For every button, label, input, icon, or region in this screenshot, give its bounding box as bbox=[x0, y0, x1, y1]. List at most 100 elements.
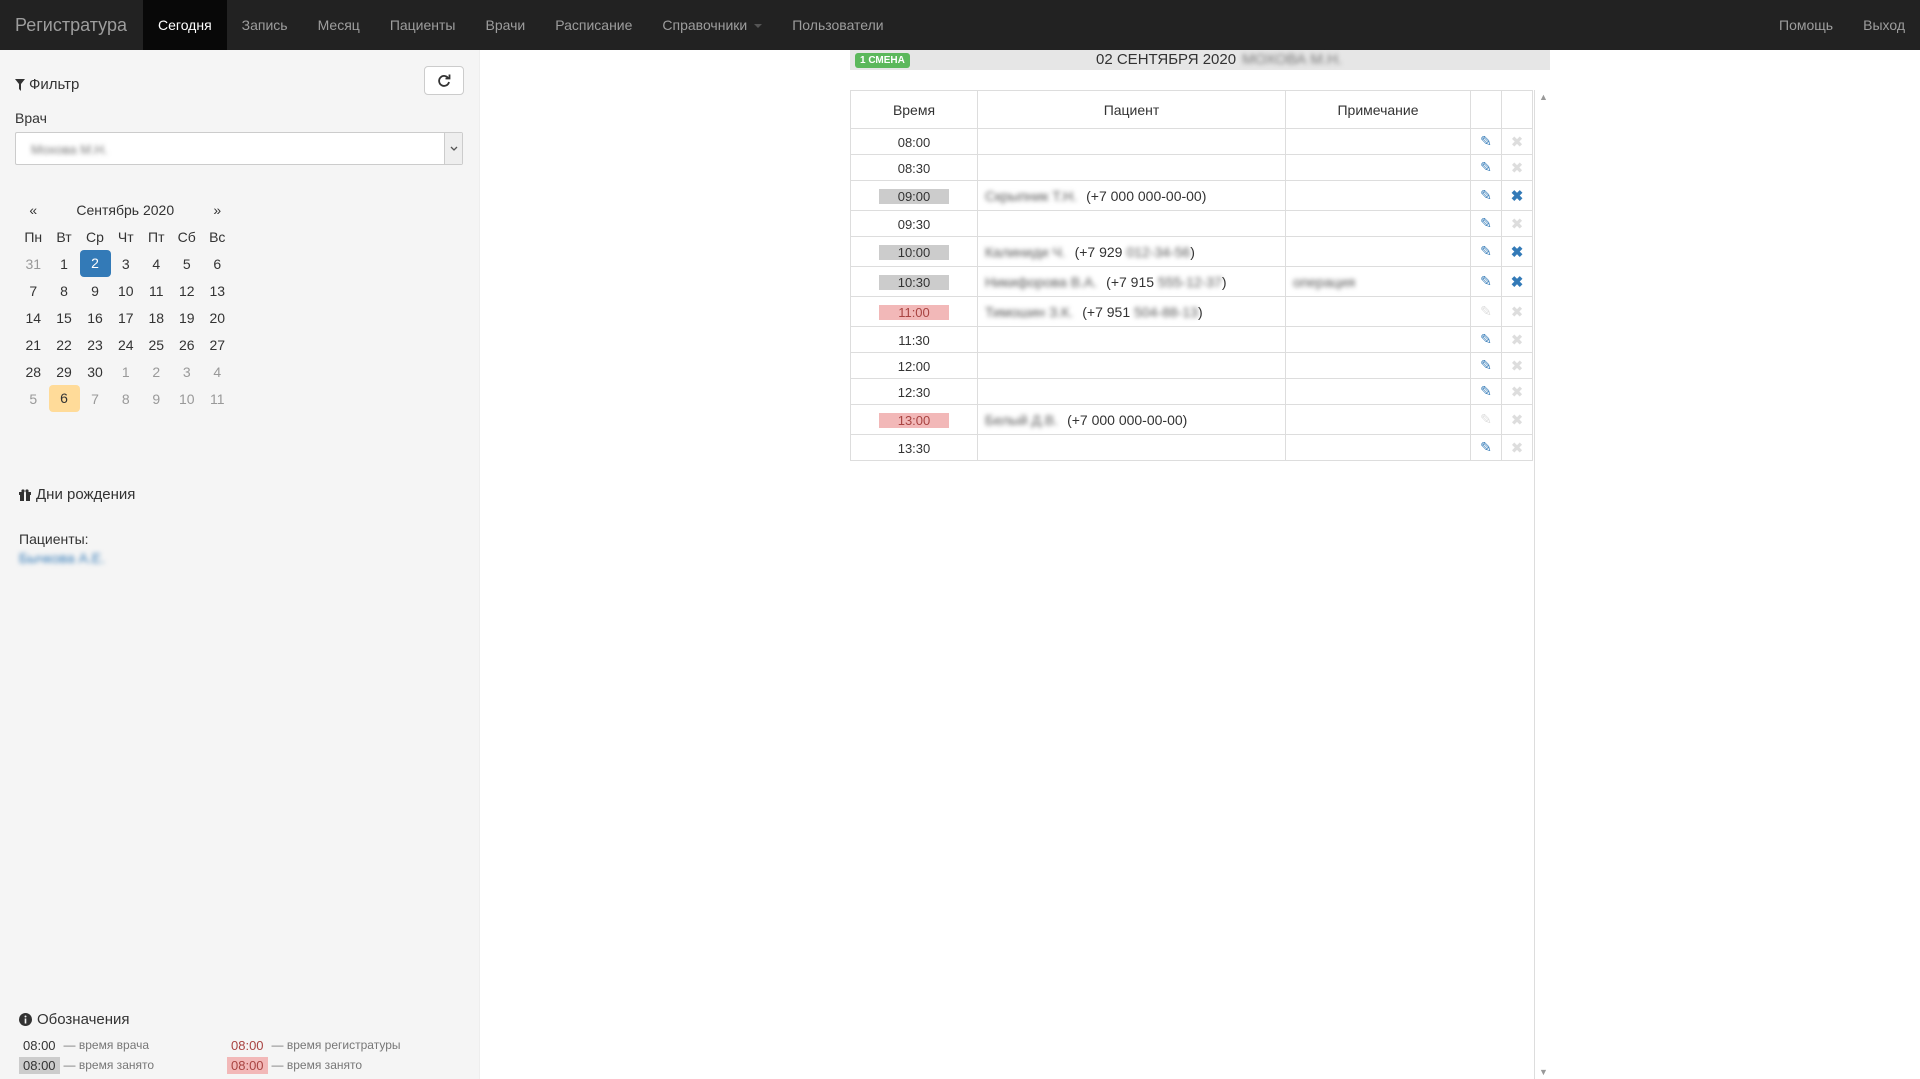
doctor-select[interactable]: Мохова М.Н. bbox=[15, 132, 463, 165]
calendar-day[interactable]: 6 bbox=[202, 250, 233, 277]
calendar-day[interactable]: 13 bbox=[202, 277, 233, 304]
calendar-day[interactable]: 8 bbox=[49, 277, 80, 304]
calendar-next-button[interactable]: » bbox=[202, 196, 233, 223]
nav-item-5[interactable]: Расписание bbox=[540, 0, 647, 50]
time-cell[interactable]: 12:00 bbox=[850, 352, 978, 379]
calendar-day[interactable]: 3 bbox=[172, 358, 203, 385]
calendar-day[interactable]: 9 bbox=[141, 385, 172, 412]
time-cell[interactable]: 12:30 bbox=[850, 378, 978, 405]
calendar-day[interactable]: 25 bbox=[141, 331, 172, 358]
nav-item-0[interactable]: Сегодня bbox=[143, 0, 227, 50]
scroll-up-icon[interactable]: ▲ bbox=[1539, 92, 1548, 102]
calendar-day[interactable]: 24 bbox=[111, 331, 142, 358]
pencil-icon[interactable]: ✎ bbox=[1480, 331, 1492, 347]
calendar-day[interactable]: 31 bbox=[18, 250, 49, 277]
nav-item-4[interactable]: Врачи bbox=[471, 0, 541, 50]
calendar-day[interactable]: 28 bbox=[18, 358, 49, 385]
calendar-day[interactable]: 16 bbox=[80, 304, 111, 331]
calendar-day[interactable]: 4 bbox=[141, 250, 172, 277]
calendar-day[interactable]: 17 bbox=[111, 304, 142, 331]
pencil-icon[interactable]: ✎ bbox=[1480, 243, 1492, 259]
patient-name[interactable]: Тимошин З.К. bbox=[985, 304, 1073, 320]
nav-item-1[interactable]: Запись bbox=[227, 0, 303, 50]
refresh-button[interactable] bbox=[424, 66, 464, 95]
scrollbar[interactable]: ▲ ▼ bbox=[1534, 90, 1550, 1079]
nav-item-3[interactable]: Пациенты bbox=[375, 0, 471, 50]
patient-name[interactable]: Калиниди Ч. bbox=[985, 244, 1066, 260]
time-cell[interactable]: 09:00 bbox=[850, 180, 978, 211]
patient-cell[interactable] bbox=[977, 128, 1286, 155]
time-cell[interactable]: 08:00 bbox=[850, 128, 978, 155]
remove-icon[interactable]: ✖ bbox=[1511, 188, 1524, 205]
time-cell[interactable]: 10:30 bbox=[850, 266, 978, 297]
nav-logout[interactable]: Выход bbox=[1848, 0, 1920, 50]
patient-name[interactable]: Никифорова В.А. bbox=[985, 274, 1097, 290]
calendar-day[interactable]: 14 bbox=[18, 304, 49, 331]
remove-icon[interactable]: ✖ bbox=[1511, 274, 1524, 291]
pencil-icon[interactable]: ✎ bbox=[1480, 439, 1492, 455]
scroll-down-icon[interactable]: ▼ bbox=[1539, 1067, 1548, 1077]
time-cell[interactable]: 11:00 bbox=[850, 296, 978, 327]
time-cell[interactable]: 09:30 bbox=[850, 210, 978, 237]
patient-cell[interactable]: Скрыпник Т.Н. (+7 000 000-00-00) bbox=[977, 180, 1286, 211]
calendar-day[interactable]: 4 bbox=[202, 358, 233, 385]
calendar-day[interactable]: 20 bbox=[202, 304, 233, 331]
calendar-day[interactable]: 2 bbox=[141, 358, 172, 385]
calendar-day[interactable]: 1 bbox=[111, 358, 142, 385]
calendar-day[interactable]: 11 bbox=[202, 385, 233, 412]
time-cell[interactable]: 13:30 bbox=[850, 434, 978, 461]
time-cell[interactable]: 11:30 bbox=[850, 326, 978, 353]
calendar-day[interactable]: 30 bbox=[80, 358, 111, 385]
patient-name[interactable]: Скрыпник Т.Н. bbox=[985, 188, 1077, 204]
patient-cell[interactable] bbox=[977, 434, 1286, 461]
nav-item-2[interactable]: Месяц bbox=[303, 0, 375, 50]
nav-help[interactable]: Помощь bbox=[1764, 0, 1848, 50]
calendar-day[interactable]: 7 bbox=[80, 385, 111, 412]
nav-item-6[interactable]: Справочники bbox=[647, 0, 777, 50]
calendar-prev-button[interactable]: « bbox=[18, 196, 49, 223]
calendar-day[interactable]: 19 bbox=[172, 304, 203, 331]
calendar-day[interactable]: 2 bbox=[79, 250, 111, 277]
patient-cell[interactable]: Белый Д.В. (+7 000 000-00-00) bbox=[977, 404, 1286, 435]
pencil-icon[interactable]: ✎ bbox=[1480, 383, 1492, 399]
calendar-day[interactable]: 23 bbox=[80, 331, 111, 358]
time-cell[interactable]: 08:30 bbox=[850, 154, 978, 181]
remove-icon[interactable]: ✖ bbox=[1511, 244, 1524, 261]
chevron-down-icon[interactable] bbox=[444, 133, 462, 164]
calendar-day[interactable]: 10 bbox=[172, 385, 203, 412]
patient-cell[interactable] bbox=[977, 210, 1286, 237]
calendar-day[interactable]: 11 bbox=[141, 277, 172, 304]
calendar-day[interactable]: 22 bbox=[49, 331, 80, 358]
time-cell[interactable]: 10:00 bbox=[850, 236, 978, 267]
pencil-icon[interactable]: ✎ bbox=[1480, 133, 1492, 149]
patient-name[interactable]: Белый Д.В. bbox=[985, 412, 1058, 428]
time-cell[interactable]: 13:00 bbox=[850, 404, 978, 435]
calendar-day[interactable]: 29 bbox=[49, 358, 80, 385]
pencil-icon[interactable]: ✎ bbox=[1480, 215, 1492, 231]
calendar-month-title[interactable]: Сентябрь 2020 bbox=[49, 196, 203, 223]
pencil-icon[interactable]: ✎ bbox=[1480, 187, 1492, 203]
patient-cell[interactable]: Тимошин З.К. (+7 951 504-88-13) bbox=[977, 296, 1286, 327]
pencil-icon[interactable]: ✎ bbox=[1480, 273, 1492, 289]
calendar-day[interactable]: 9 bbox=[80, 277, 111, 304]
patient-cell[interactable]: Никифорова В.А. (+7 915 555-12-37) bbox=[977, 266, 1286, 297]
brand[interactable]: Регистратура bbox=[0, 0, 143, 50]
calendar-day[interactable]: 7 bbox=[18, 277, 49, 304]
calendar-day[interactable]: 26 bbox=[172, 331, 203, 358]
calendar-day[interactable]: 5 bbox=[172, 250, 203, 277]
nav-item-7[interactable]: Пользователи bbox=[777, 0, 898, 50]
pencil-icon[interactable]: ✎ bbox=[1480, 159, 1492, 175]
calendar-day[interactable]: 21 bbox=[18, 331, 49, 358]
calendar-day[interactable]: 5 bbox=[18, 385, 49, 412]
patient-cell[interactable] bbox=[977, 154, 1286, 181]
calendar-day[interactable]: 27 bbox=[202, 331, 233, 358]
calendar-day[interactable]: 15 bbox=[49, 304, 80, 331]
calendar-day[interactable]: 12 bbox=[172, 277, 203, 304]
calendar-day[interactable]: 6 bbox=[48, 385, 80, 412]
calendar-day[interactable]: 1 bbox=[49, 250, 80, 277]
patient-cell[interactable] bbox=[977, 352, 1286, 379]
patient-cell[interactable] bbox=[977, 326, 1286, 353]
calendar-day[interactable]: 18 bbox=[141, 304, 172, 331]
calendar-day[interactable]: 8 bbox=[111, 385, 142, 412]
pencil-icon[interactable]: ✎ bbox=[1480, 357, 1492, 373]
